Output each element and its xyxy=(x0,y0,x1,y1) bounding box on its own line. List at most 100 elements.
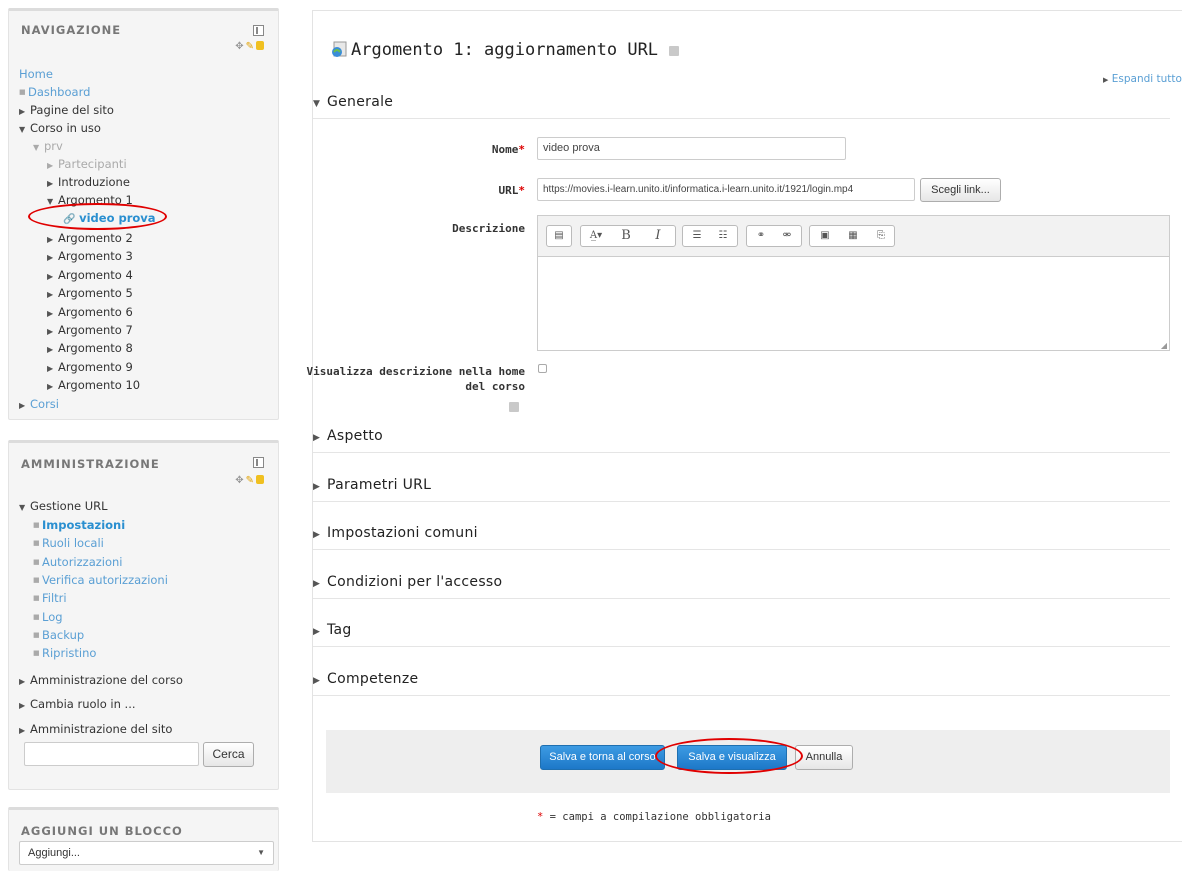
toolbar-group-1: ▤ xyxy=(546,225,572,247)
nav-site-pages[interactable]: ▶ Pagine del sito xyxy=(19,101,114,121)
config-icon[interactable] xyxy=(256,41,264,50)
description-editor[interactable]: ▤ A̲▾ B I ☰ ☷ ⚭ ⚮ ▣ ▦ ⎘ ◢ xyxy=(537,215,1170,351)
nav-topic-item[interactable]: ▶ Argomento 5 xyxy=(47,284,133,304)
help-icon[interactable] xyxy=(509,402,519,412)
dock-icon[interactable] xyxy=(253,457,264,468)
triangle-right-icon: ▶ xyxy=(313,578,321,589)
nav-topic-item[interactable]: ▶ Argomento 2 xyxy=(47,229,133,249)
triangle-right-icon: ▶ xyxy=(47,382,54,392)
admin-item[interactable]: ■ Autorizzazioni xyxy=(33,553,123,571)
text-style-icon[interactable]: A̲▾ xyxy=(583,226,609,246)
italic-icon[interactable]: I xyxy=(643,226,673,246)
save-return-button[interactable]: Salva e torna al corso xyxy=(540,745,665,770)
edit-icon[interactable]: ✎ xyxy=(246,475,256,486)
url-input[interactable]: https://movies.i-learn.unito.it/informat… xyxy=(537,178,915,201)
nav-topic-item[interactable]: ▶ Argomento 9 xyxy=(47,358,133,378)
admin-item[interactable]: ■ Backup xyxy=(33,626,84,644)
name-label: Nome* xyxy=(491,143,525,156)
nav-topic-item[interactable]: ▶ Argomento 3 xyxy=(47,247,133,267)
name-input[interactable]: video prova xyxy=(537,137,846,160)
dock-icon[interactable] xyxy=(253,25,264,36)
nav-participants[interactable]: ▶ Partecipanti xyxy=(47,155,127,175)
triangle-right-icon: ▶ xyxy=(19,677,26,686)
add-block-select[interactable]: Aggiungi... ▼ xyxy=(19,841,274,865)
move-icon[interactable]: ✥ xyxy=(235,41,245,52)
admin-item[interactable]: ■ Impostazioni xyxy=(33,516,125,534)
admin-item[interactable]: ■ Ruoli locali xyxy=(33,534,104,552)
edit-icon[interactable]: ✎ xyxy=(246,41,256,52)
cancel-button[interactable]: Annulla xyxy=(795,745,853,770)
chevron-down-icon: ▼ xyxy=(257,848,265,857)
help-icon[interactable] xyxy=(669,46,680,56)
bullet-icon: ■ xyxy=(33,649,40,658)
section-header[interactable]: ▶ Condizioni per l'accesso xyxy=(313,574,1170,599)
move-icon[interactable]: ✥ xyxy=(235,475,245,486)
admin-item[interactable]: ■ Verifica autorizzazioni xyxy=(33,571,168,589)
nav-course-admin[interactable]: ▶ Amministrazione del corso xyxy=(19,671,183,691)
triangle-right-icon: ▶ xyxy=(47,290,54,300)
block-controls[interactable]: ✥✎ xyxy=(235,475,264,486)
url-module-icon xyxy=(331,41,348,58)
choose-link-button[interactable]: Scegli link... xyxy=(920,178,1001,202)
nav-topic-item[interactable]: ▶ Argomento 7 xyxy=(47,321,133,341)
unlink-icon[interactable]: ⚮ xyxy=(775,226,799,246)
expand-all-link[interactable]: ▶ Espandi tutto xyxy=(1103,73,1182,85)
nav-topic-item[interactable]: ▶ Argomento 4 xyxy=(47,266,133,286)
resize-handle-icon[interactable]: ◢ xyxy=(1161,341,1167,350)
section-header[interactable]: ▶ Competenze xyxy=(313,671,1170,696)
section-header[interactable]: ▶ Tag xyxy=(313,622,1170,648)
unordered-list-icon[interactable]: ☰ xyxy=(685,226,709,246)
show-description-label: Visualizza descrizione nella home del co… xyxy=(306,365,525,393)
admin-search-input[interactable] xyxy=(24,742,199,766)
bold-icon[interactable]: B xyxy=(611,226,641,246)
add-block-title: AGGIUNGI UN BLOCCO xyxy=(21,824,183,838)
nav-courses[interactable]: ▶ Corsi xyxy=(19,395,59,415)
triangle-right-icon: ▶ xyxy=(47,327,54,336)
annotation-oval-save xyxy=(655,738,803,774)
admin-item[interactable]: ■ Filtri xyxy=(33,589,67,607)
nav-course-prv[interactable]: ▼ prv xyxy=(33,137,63,157)
nav-dashboard[interactable]: ■ Dashboard xyxy=(19,83,90,101)
toolbar-group-4: ⚭ ⚮ xyxy=(746,225,802,247)
section-header[interactable]: ▶ Parametri URL xyxy=(313,477,1170,502)
annotation-oval-sidebar xyxy=(28,203,167,230)
config-icon[interactable] xyxy=(256,475,264,484)
bullet-icon: ■ xyxy=(33,594,40,603)
section-general[interactable]: ▼ Generale xyxy=(313,94,1170,119)
admin-item[interactable]: ■ Log xyxy=(33,608,63,626)
admin-search-button[interactable]: Cerca xyxy=(203,742,254,767)
block-controls[interactable]: ✥✎ xyxy=(235,41,264,52)
nav-manage-url[interactable]: ▼ Gestione URL xyxy=(19,497,108,517)
nav-topic-item[interactable]: ▶ Argomento 10 xyxy=(47,376,140,396)
show-description-checkbox[interactable] xyxy=(538,364,547,373)
section-header[interactable]: ▶ Aspetto xyxy=(313,428,1170,453)
ordered-list-icon[interactable]: ☷ xyxy=(711,226,735,246)
triangle-right-icon: ▶ xyxy=(19,701,26,710)
link-icon[interactable]: ⚭ xyxy=(749,226,773,246)
admin-item[interactable]: ■ Ripristino xyxy=(33,644,96,662)
nav-current-course[interactable]: ▼ Corso in uso xyxy=(19,119,101,139)
section-header[interactable]: ▶ Impostazioni comuni xyxy=(313,525,1170,551)
nav-home[interactable]: Home xyxy=(19,65,53,83)
triangle-right-icon: ▶ xyxy=(19,401,26,410)
triangle-down-icon: ▼ xyxy=(19,125,26,134)
image-icon[interactable]: ▣ xyxy=(812,226,838,246)
triangle-right-icon: ▶ xyxy=(313,676,321,686)
nav-topic-item[interactable]: ▶ Argomento 6 xyxy=(47,303,133,323)
toolbar-group-5: ▣ ▦ ⎘ xyxy=(809,225,895,247)
navigation-title: NAVIGAZIONE xyxy=(21,23,122,37)
administration-title: AMMINISTRAZIONE xyxy=(21,457,160,471)
triangle-right-icon: ▶ xyxy=(47,363,54,373)
file-manager-icon[interactable]: ⎘ xyxy=(868,226,894,246)
nav-topic-item[interactable]: ▶ Argomento 8 xyxy=(47,339,133,359)
nav-switch-role[interactable]: ▶ Cambia ruolo in ... xyxy=(19,695,136,715)
bullet-icon: ■ xyxy=(33,612,40,621)
bullet-icon: ■ xyxy=(33,557,40,566)
triangle-right-icon: ▶ xyxy=(19,726,26,735)
media-icon[interactable]: ▦ xyxy=(840,226,866,246)
nav-site-admin[interactable]: ▶ Amministrazione del sito xyxy=(19,720,172,740)
toggle-toolbar-icon[interactable]: ▤ xyxy=(549,226,569,246)
nav-introduction[interactable]: ▶ Introduzione xyxy=(47,173,130,193)
main-panel xyxy=(312,10,1182,842)
required-note: * = campi a compilazione obbligatoria xyxy=(537,811,771,823)
